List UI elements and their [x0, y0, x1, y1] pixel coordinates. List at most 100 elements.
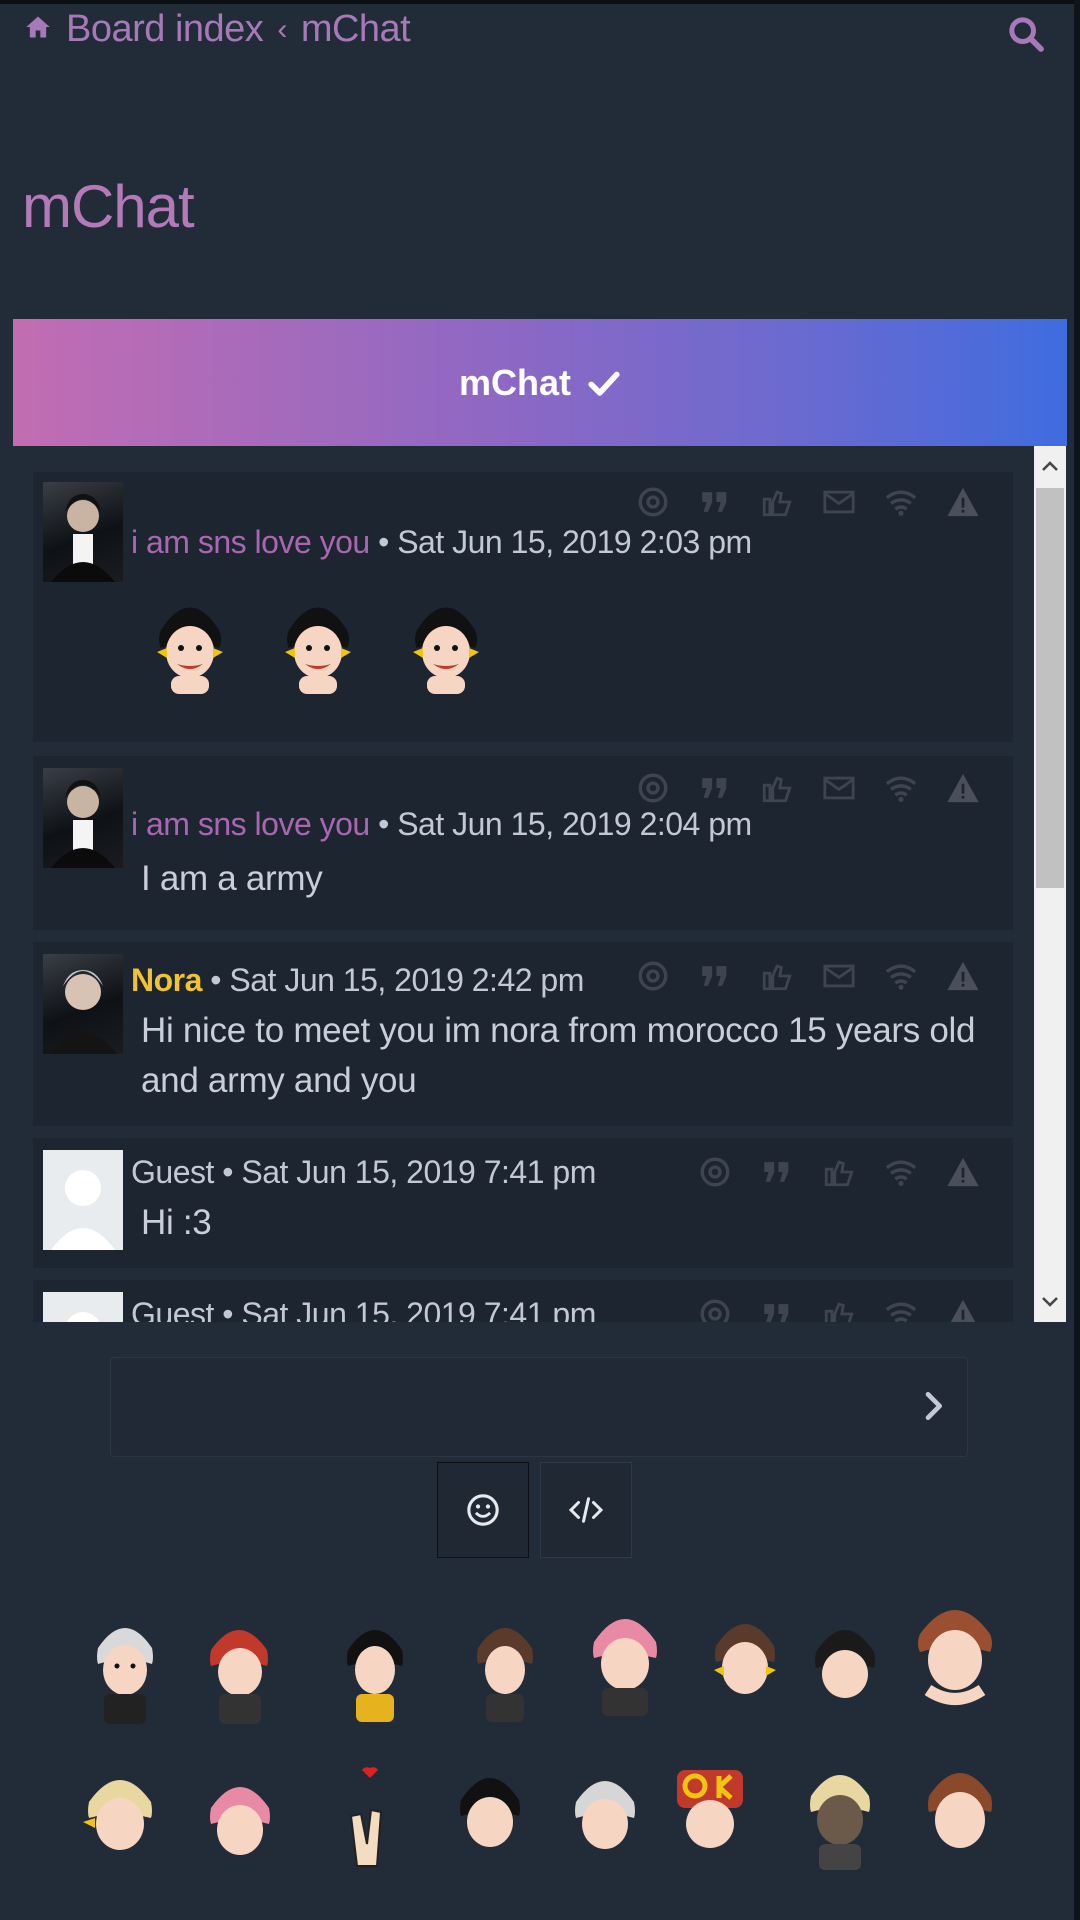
like-icon[interactable] [819, 1152, 859, 1192]
like-icon[interactable] [757, 768, 797, 808]
message-text: Hi :3 [141, 1203, 212, 1242]
warning-icon[interactable] [943, 482, 983, 522]
code-icon [568, 1497, 604, 1523]
like-icon[interactable] [757, 956, 797, 996]
bbcode-button[interactable] [540, 1462, 632, 1558]
chat-message: Guest • Sat Jun 15, 2019 7:41 pm Hi :3 [33, 1138, 1013, 1268]
page: Board index ‹ mChat mChat mChat i am sns… [0, 0, 1080, 1920]
breadcrumb-separator: ‹ [277, 12, 287, 46]
at-icon[interactable] [633, 768, 673, 808]
smiley-item[interactable] [665, 1750, 755, 1870]
quote-icon[interactable] [695, 768, 735, 808]
message-actions [695, 1152, 983, 1192]
wifi-icon[interactable] [881, 1152, 921, 1192]
warning-icon[interactable] [943, 768, 983, 808]
smiley-item[interactable] [195, 1766, 285, 1886]
smiley-item[interactable] [795, 1754, 885, 1874]
smiley-item[interactable] [195, 1608, 285, 1728]
username[interactable]: i am sns love you [131, 806, 370, 842]
smiley-item[interactable] [910, 1594, 1000, 1714]
timestamp: • Sat Jun 15, 2019 7:41 pm [222, 1154, 596, 1190]
smiley-item[interactable] [75, 1760, 165, 1880]
sticker-image[interactable] [279, 590, 357, 700]
message-text: Hi nice to meet you im nora from morocco… [141, 1006, 975, 1106]
message-line: and army and you [141, 1061, 417, 1100]
quote-icon[interactable] [757, 1152, 797, 1192]
scroll-thumb[interactable] [1036, 488, 1064, 888]
smiley-item[interactable] [700, 1604, 790, 1724]
scroll-down-icon[interactable] [1036, 1284, 1064, 1320]
smiley-item[interactable] [915, 1754, 1005, 1874]
send-icon[interactable] [913, 1386, 953, 1426]
at-icon[interactable] [633, 956, 673, 996]
username[interactable]: Guest [131, 1154, 214, 1190]
top-bar: Board index ‹ mChat [0, 0, 1074, 60]
wifi-icon[interactable] [881, 482, 921, 522]
scroll-up-icon[interactable] [1036, 448, 1064, 484]
sticker-image[interactable] [407, 590, 485, 700]
chat-message: i am sns love you • Sat Jun 15, 2019 2:0… [33, 472, 1013, 742]
smiley-item[interactable] [580, 1600, 670, 1720]
message-header: i am sns love you • Sat Jun 15, 2019 2:0… [131, 524, 752, 561]
at-icon[interactable] [695, 1152, 735, 1192]
avatar[interactable] [43, 1150, 123, 1250]
home-icon[interactable] [24, 8, 52, 51]
smiley-item[interactable] [445, 1756, 535, 1876]
quote-icon[interactable] [695, 956, 735, 996]
avatar[interactable] [43, 1292, 123, 1322]
avatar[interactable] [43, 954, 123, 1054]
smiley-item[interactable] [800, 1608, 890, 1728]
message-actions [695, 1294, 983, 1322]
message-input[interactable] [110, 1357, 968, 1457]
timestamp: • Sat Jun 15, 2019 2:04 pm [378, 806, 752, 842]
warning-icon[interactable] [943, 956, 983, 996]
search-icon[interactable] [1006, 14, 1046, 54]
wifi-icon[interactable] [881, 956, 921, 996]
mail-icon[interactable] [819, 768, 859, 808]
message-header: Nora • Sat Jun 15, 2019 2:42 pm [131, 962, 584, 999]
wifi-icon[interactable] [881, 1294, 921, 1322]
chat-message: i am sns love you • Sat Jun 15, 2019 2:0… [33, 756, 1013, 930]
like-icon[interactable] [757, 482, 797, 522]
message-header: Guest • Sat Jun 15, 2019 7:41 pm [131, 1296, 596, 1322]
chat-scrollbar[interactable] [1034, 446, 1066, 1322]
chat-messages[interactable]: i am sns love you • Sat Jun 15, 2019 2:0… [13, 446, 1067, 1322]
avatar[interactable] [43, 482, 123, 582]
sticker-row [151, 590, 485, 700]
breadcrumb-board-index[interactable]: Board index [66, 8, 264, 51]
message-actions [633, 768, 983, 808]
smiley-icon [467, 1494, 499, 1526]
warning-icon[interactable] [943, 1294, 983, 1322]
warning-icon[interactable] [943, 1152, 983, 1192]
page-title: mChat [22, 173, 195, 240]
check-icon [588, 371, 620, 396]
quote-icon[interactable] [757, 1294, 797, 1322]
username[interactable]: i am sns love you [131, 524, 370, 560]
smiley-item[interactable] [460, 1608, 550, 1728]
at-icon[interactable] [695, 1294, 735, 1322]
smiley-item[interactable] [325, 1756, 415, 1876]
message-line: Hi nice to meet you im nora from morocco… [141, 1011, 976, 1050]
username[interactable]: Guest [131, 1296, 214, 1322]
username[interactable]: Nora [131, 962, 202, 998]
smiley-item[interactable] [330, 1608, 420, 1728]
breadcrumb: Board index ‹ mChat [24, 8, 411, 51]
smiley-item[interactable] [560, 1760, 650, 1880]
chat-message: Guest • Sat Jun 15, 2019 7:41 pm [33, 1280, 1013, 1322]
smiley-button[interactable] [437, 1462, 529, 1558]
at-icon[interactable] [633, 482, 673, 522]
mail-icon[interactable] [819, 482, 859, 522]
breadcrumb-mchat[interactable]: mChat [301, 8, 411, 51]
smiley-item[interactable] [80, 1608, 170, 1728]
sticker-image[interactable] [151, 590, 229, 700]
timestamp: • Sat Jun 15, 2019 7:41 pm [222, 1296, 596, 1322]
message-header: Guest • Sat Jun 15, 2019 7:41 pm [131, 1154, 596, 1191]
timestamp: • Sat Jun 15, 2019 2:03 pm [378, 524, 752, 560]
chat-message: Nora • Sat Jun 15, 2019 2:42 pm Hi nice … [33, 942, 1013, 1126]
mail-icon[interactable] [819, 956, 859, 996]
avatar[interactable] [43, 768, 123, 868]
wifi-icon[interactable] [881, 768, 921, 808]
like-icon[interactable] [819, 1294, 859, 1322]
quote-icon[interactable] [695, 482, 735, 522]
timestamp: • Sat Jun 15, 2019 2:42 pm [210, 962, 584, 998]
